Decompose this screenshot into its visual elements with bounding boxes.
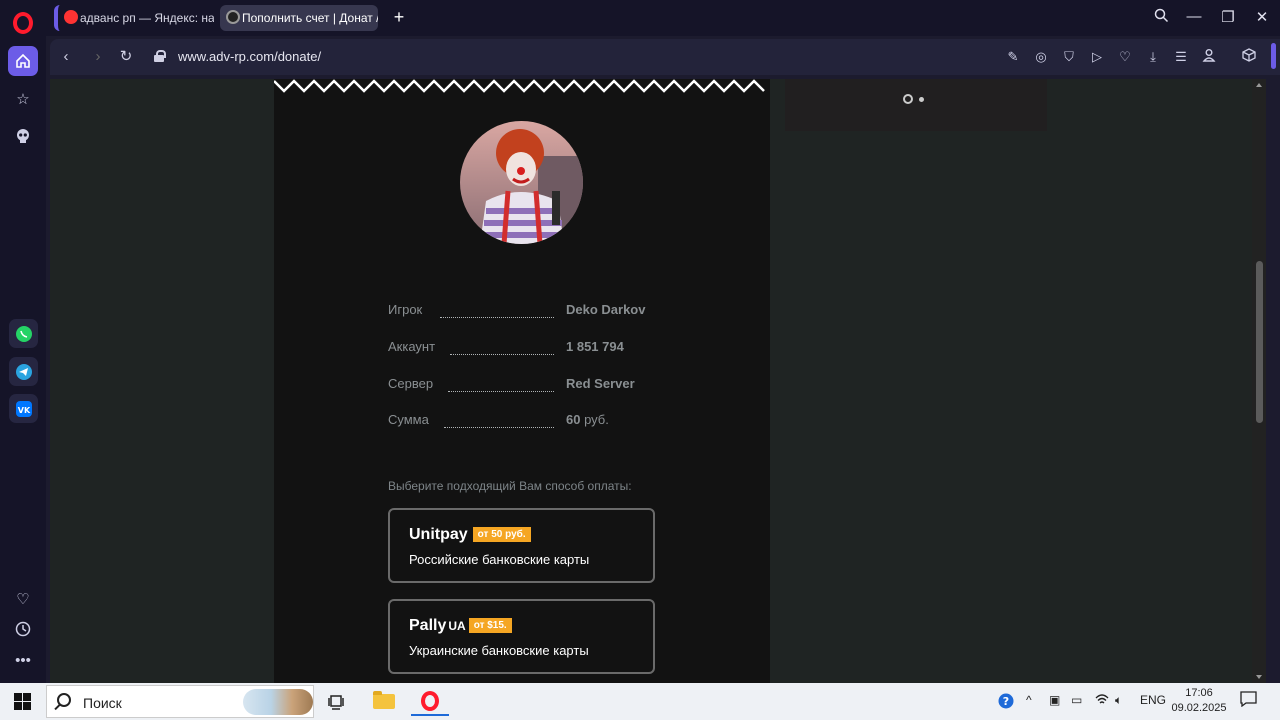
- vk-icon[interactable]: VK: [9, 394, 38, 423]
- row-label: Аккаунт: [388, 339, 436, 354]
- site-favicon-icon: [226, 10, 240, 24]
- profile-icon[interactable]: [1200, 48, 1218, 66]
- svg-text:?: ?: [1003, 695, 1009, 708]
- browser-sidebar: ☆ VK ♡ •••: [0, 0, 46, 683]
- zigzag-border: [274, 79, 765, 93]
- scrollbar[interactable]: [1252, 79, 1266, 683]
- donate-panel: Игрок Deko Darkov Аккаунт 1 851 794 Серв…: [274, 79, 770, 683]
- back-arrow-icon[interactable]: ‹: [56, 47, 76, 67]
- min-amount-badge: от 50 руб.: [472, 527, 531, 542]
- row-label: Сервер: [388, 376, 434, 391]
- address-field[interactable]: www.adv-rp.com/donate/: [178, 49, 321, 64]
- slider-dot-active[interactable]: [903, 94, 913, 104]
- slider-dots[interactable]: [903, 94, 924, 104]
- battery-icon[interactable]: ▭: [1071, 693, 1082, 707]
- search-icon: [57, 693, 71, 707]
- clock-date: 09.02.2025: [1171, 702, 1227, 714]
- tab-label: Пополнить счет | Донат /: [242, 11, 378, 25]
- row-label: Игрок: [388, 302, 423, 317]
- page-content: Игрок Deko Darkov Аккаунт 1 851 794 Серв…: [50, 79, 1266, 683]
- dotted-leader: [450, 354, 554, 355]
- skull-icon[interactable]: [8, 121, 38, 151]
- scroll-up-icon[interactable]: [1256, 83, 1262, 87]
- new-tab-plus-icon[interactable]: +: [389, 8, 409, 28]
- home-icon[interactable]: [8, 46, 38, 76]
- sidebar-accent-bar: [1271, 43, 1276, 69]
- download-icon[interactable]: ⤓: [1144, 48, 1162, 66]
- account-row: Аккаунт 1 851 794: [388, 339, 688, 359]
- whatsapp-icon[interactable]: [9, 319, 38, 348]
- minimize-icon[interactable]: —: [1184, 8, 1204, 25]
- reload-icon[interactable]: ↻: [116, 47, 136, 67]
- pally-option[interactable]: Pally UA от $15. Украинские банковские кар…: [388, 599, 655, 674]
- scroll-down-icon[interactable]: [1256, 675, 1262, 679]
- row-value: Red Server: [566, 376, 635, 391]
- shield-icon[interactable]: ⛉: [1060, 48, 1078, 66]
- yandex-favicon-icon: [64, 10, 78, 24]
- forward-arrow-icon[interactable]: ›: [88, 47, 108, 67]
- favorites-heart-icon[interactable]: ♡: [1116, 48, 1134, 66]
- payment-method-description: Российские банковские карты: [409, 552, 590, 567]
- heart-icon[interactable]: ♡: [8, 584, 38, 614]
- navigation-bar: ‹ › ↻ www.adv-rp.com/donate/ ✎ ◎ ⛉ ▷ ♡ ⤓…: [50, 39, 1280, 75]
- wifi-icon[interactable]: [1095, 693, 1109, 708]
- input-language[interactable]: ENG: [1140, 693, 1166, 707]
- opera-taskbar-icon[interactable]: [411, 687, 449, 716]
- min-amount-badge: от $15.: [468, 618, 512, 633]
- payment-method-description: Украинские банковские карты: [409, 643, 589, 658]
- history-clock-icon[interactable]: [8, 614, 38, 644]
- payment-prompt: Выберите подходящий Вам способ оплаты:: [388, 479, 632, 493]
- file-explorer-icon[interactable]: [365, 687, 403, 716]
- edit-icon[interactable]: ✎: [1004, 48, 1022, 66]
- search-placeholder: Поиск: [83, 695, 122, 711]
- slider-dot[interactable]: [919, 96, 924, 102]
- camera-icon[interactable]: ◎: [1032, 48, 1050, 66]
- help-icon[interactable]: ?: [998, 693, 1014, 712]
- tab-strip: адванс рп — Яндекс: наш Пополнить счет |…: [46, 0, 1280, 36]
- tab-yandex-search[interactable]: адванс рп — Яндекс: наш: [54, 5, 214, 31]
- slider-area: [785, 79, 1047, 131]
- opera-logo-icon[interactable]: [13, 12, 33, 34]
- payment-method-name: Unitpay от 50 руб.: [409, 526, 531, 544]
- volume-icon[interactable]: 🔈︎: [1115, 693, 1122, 708]
- restore-icon[interactable]: ❐: [1218, 8, 1238, 26]
- play-icon[interactable]: ▷: [1088, 48, 1106, 66]
- tab-donate[interactable]: Пополнить счет | Донат /: [220, 5, 378, 31]
- lock-icon: [154, 50, 166, 62]
- dotted-leader: [440, 317, 554, 318]
- payment-method-name: Pally UA от $15.: [409, 617, 512, 635]
- taskbar-clock[interactable]: 17:06 09.02.2025: [1170, 686, 1228, 716]
- sum-row: Сумма 60 руб.: [388, 412, 688, 432]
- dotted-leader: [444, 427, 554, 428]
- player-name-row: Игрок Deko Darkov: [388, 302, 688, 322]
- dotted-leader: [448, 391, 554, 392]
- row-value: Deko Darkov: [566, 302, 646, 317]
- scrollbar-thumb[interactable]: [1256, 261, 1263, 423]
- search-tabs-icon[interactable]: [1151, 8, 1171, 27]
- notifications-icon[interactable]: [1240, 691, 1257, 710]
- easy-setup-icon[interactable]: ☰: [1172, 48, 1190, 66]
- meet-now-icon[interactable]: ▣: [1049, 693, 1060, 707]
- player-avatar: [460, 121, 583, 244]
- clock-time: 17:06: [1185, 687, 1213, 699]
- star-icon[interactable]: ☆: [8, 84, 38, 114]
- row-value: 60 руб.: [566, 412, 609, 427]
- windows-taskbar: Поиск ? ^ ▣ ▭ 🔈︎ ENG 17:06 09.02.2025: [0, 683, 1280, 720]
- task-view-icon[interactable]: [318, 687, 356, 716]
- unitpay-option[interactable]: Unitpay от 50 руб. Российские банковские …: [388, 508, 655, 583]
- svg-text:VK: VK: [17, 406, 30, 415]
- more-dots-icon[interactable]: •••: [8, 645, 38, 675]
- row-value: 1 851 794: [566, 339, 624, 354]
- taskbar-search[interactable]: Поиск: [46, 685, 314, 718]
- tab-label: адванс рп — Яндекс: наш: [80, 11, 214, 25]
- extensions-cube-icon[interactable]: [1240, 48, 1258, 66]
- windows-start-icon[interactable]: [14, 693, 31, 710]
- chevron-up-icon[interactable]: ^: [1026, 693, 1032, 707]
- search-highlight-image: [243, 689, 313, 715]
- close-icon[interactable]: ✕: [1252, 8, 1272, 26]
- row-label: Сумма: [388, 412, 429, 427]
- telegram-icon[interactable]: [9, 357, 38, 386]
- server-row: Сервер Red Server: [388, 376, 688, 396]
